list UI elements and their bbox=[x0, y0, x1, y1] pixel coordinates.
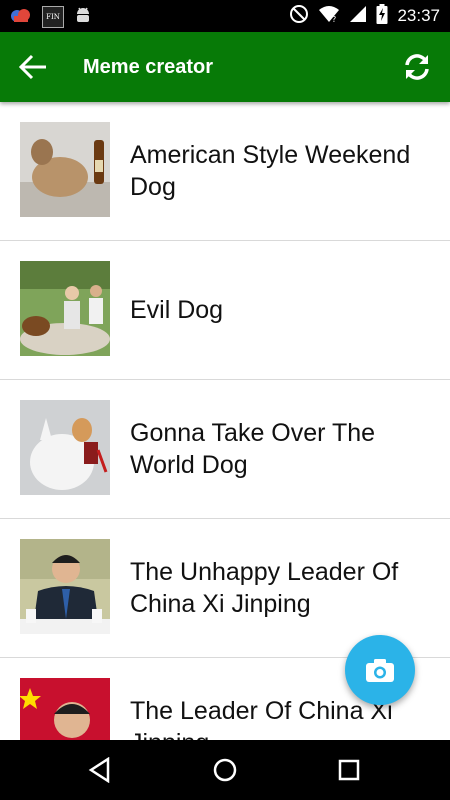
meme-thumbnail bbox=[20, 678, 110, 740]
wifi-icon: ? bbox=[318, 5, 340, 27]
meme-thumbnail bbox=[20, 400, 110, 495]
refresh-icon bbox=[405, 54, 429, 80]
meme-title: Evil Dog bbox=[130, 296, 224, 324]
clock: 23:37 bbox=[397, 6, 440, 25]
fin-label: FIN bbox=[46, 13, 60, 21]
page-title: Meme creator bbox=[83, 56, 214, 78]
fin-app-icon: FIN bbox=[42, 6, 64, 28]
recents-square-icon bbox=[338, 759, 360, 781]
list-item[interactable]: American Style Weekend Dog bbox=[0, 102, 450, 241]
cell-signal-icon bbox=[349, 5, 367, 27]
nav-back-button[interactable] bbox=[85, 755, 115, 785]
meme-thumbnail bbox=[20, 122, 110, 217]
nav-recents-button[interactable] bbox=[334, 755, 364, 785]
meme-title: American Style Weekend Dog bbox=[130, 141, 411, 201]
arrow-left-icon bbox=[18, 54, 46, 80]
back-button[interactable] bbox=[14, 49, 52, 85]
camera-icon bbox=[366, 659, 394, 682]
meme-title: Gonna Take Over The World Dog bbox=[130, 419, 376, 479]
list-item[interactable]: Gonna Take Over The World Dog bbox=[0, 380, 450, 519]
android-icon bbox=[74, 5, 92, 29]
svg-text:?: ? bbox=[332, 15, 336, 23]
meme-thumbnail bbox=[20, 539, 110, 634]
back-triangle-icon bbox=[88, 757, 110, 783]
do-not-disturb-icon bbox=[289, 4, 309, 28]
battery-charging-icon bbox=[376, 4, 388, 28]
cloud-icon bbox=[10, 7, 32, 27]
home-circle-icon bbox=[213, 758, 237, 782]
nav-home-button[interactable] bbox=[210, 755, 240, 785]
camera-button[interactable] bbox=[345, 635, 415, 705]
refresh-button[interactable] bbox=[398, 49, 436, 85]
meme-thumbnail bbox=[20, 261, 110, 356]
app-bar: Meme creator bbox=[0, 32, 450, 102]
status-bar: FIN ? 23:37 bbox=[0, 0, 450, 32]
navigation-bar bbox=[0, 740, 450, 800]
list-item[interactable]: Evil Dog bbox=[0, 241, 450, 380]
